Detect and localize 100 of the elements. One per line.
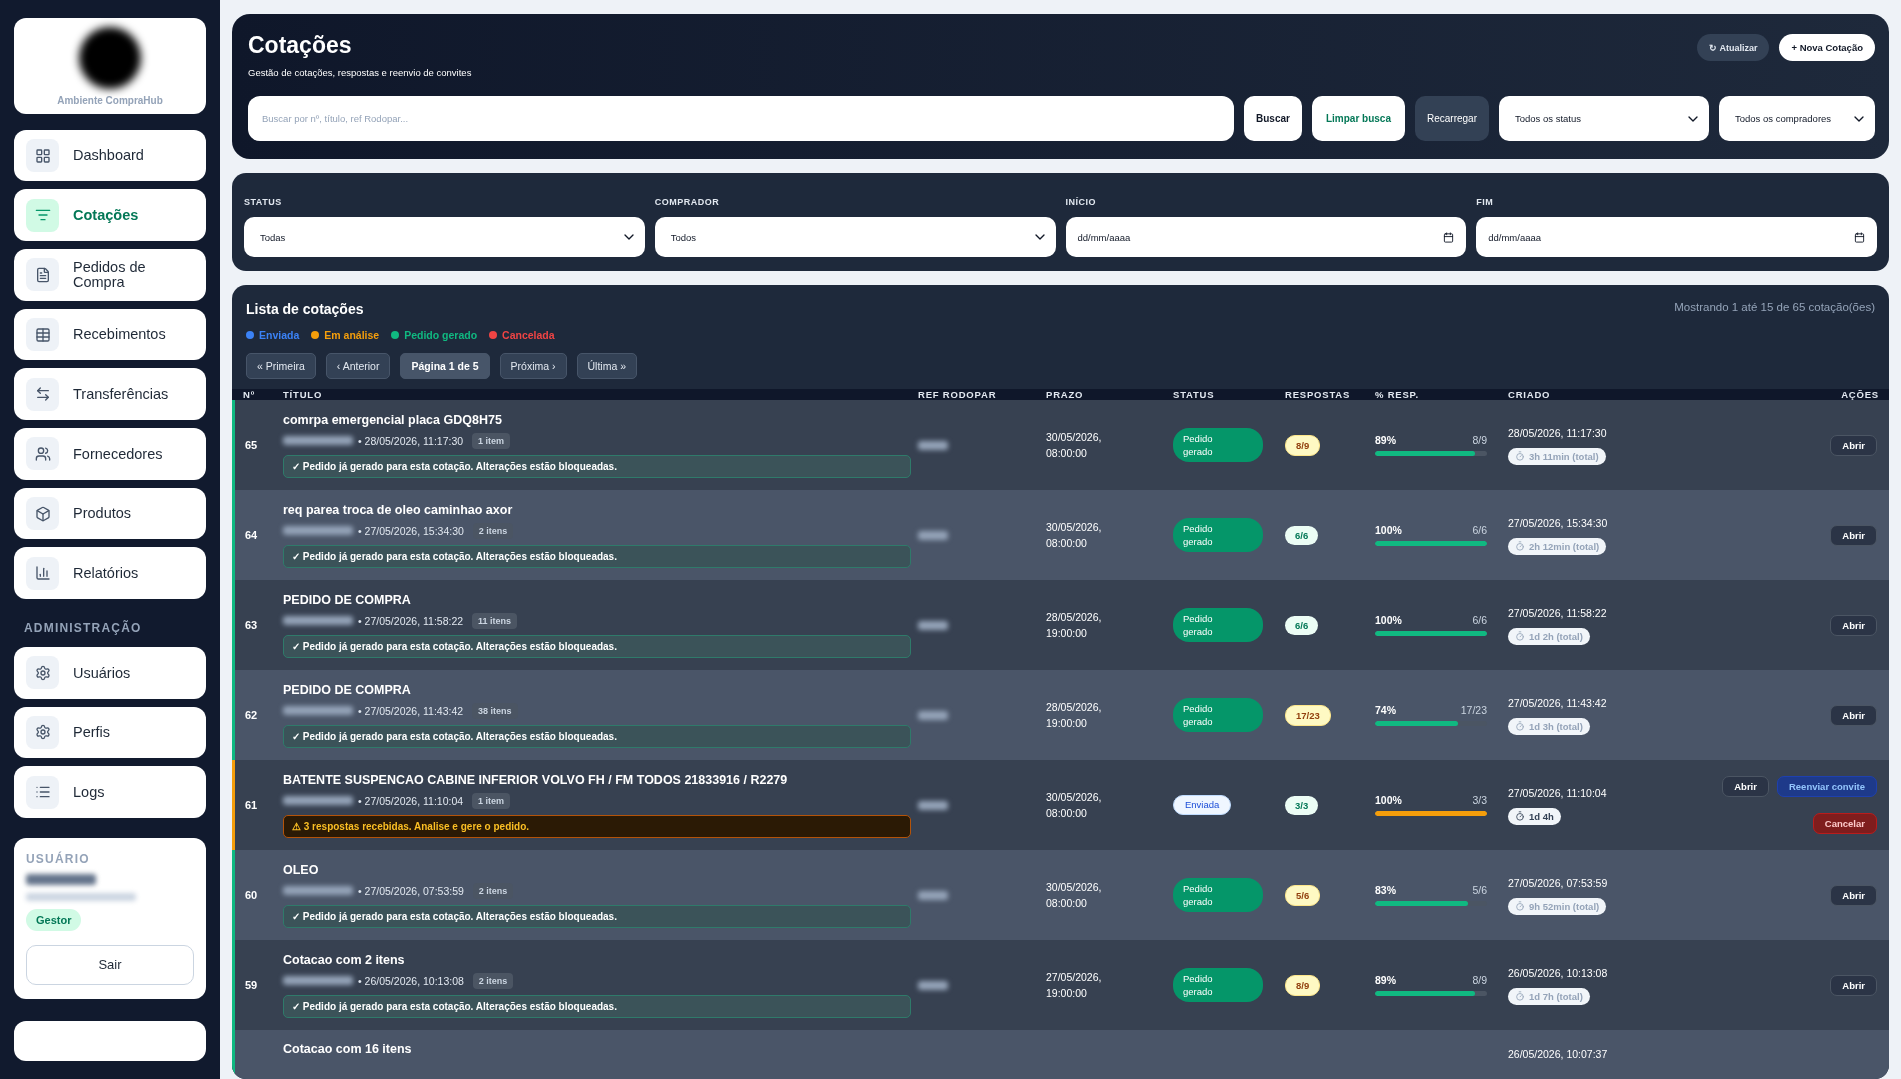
clear-search-button[interactable]: Limpar busca [1311, 96, 1405, 141]
table-row[interactable] [232, 670, 1889, 760]
search-button[interactable]: Buscar [1244, 96, 1302, 141]
table-row[interactable] [232, 940, 1889, 1030]
item-count: 1 item [472, 792, 511, 809]
response-ratio: 6/6 [1472, 524, 1487, 536]
created-date: 27/05/2026, 15:34:30 [1508, 516, 1608, 532]
status-select[interactable]: Todos os status [1499, 96, 1709, 141]
table-row[interactable]: 60 OLEO • 27/05/2026, 07:53:59 2 itens ✓ Pedido já gerado para esta cotação. Alterações estão bloqueadas. 30/05/2026, 08:00:00 Pedido gerado 5/6 83% 5/6 27/05/2026, 07:53:59 9h 52min (total) Abrir [232, 850, 1889, 940]
date-field[interactable]: dd/mm/aaaa [1065, 217, 1467, 257]
blurred-name [283, 976, 353, 985]
sidebar-item[interactable]: Fornecedores [14, 428, 206, 480]
quote-date: • 28/05/2026, 11:17:30 [358, 434, 464, 447]
search-field[interactable]: Buscar por nº, título, ref Rodopar... [248, 96, 1235, 141]
status-badge: Pedido gerado [1173, 427, 1263, 463]
responses-badge: 6/6 [1285, 525, 1319, 545]
pagination-button[interactable]: Última » [576, 353, 638, 379]
open-button[interactable]: Abrir [1830, 974, 1877, 996]
arrows-icon [26, 377, 59, 411]
status-badge: Pedido gerado [1173, 967, 1263, 1003]
blurred-reference [918, 801, 948, 810]
gear-icon [26, 656, 59, 690]
column-header: % RESP. [1375, 389, 1420, 400]
blurred-reference [918, 531, 948, 540]
sidebar-item[interactable]: Logs [14, 766, 206, 818]
sidebar-item[interactable]: Recebimentos [14, 308, 206, 361]
table-row[interactable] [232, 490, 1889, 580]
grid-icon [26, 139, 59, 173]
duration-badge: 1d 2h (total) [1508, 627, 1590, 645]
open-button[interactable]: Abrir [1830, 884, 1877, 906]
response-percent: 100% [1375, 614, 1402, 626]
buyer-select[interactable]: Todos os compradores [1719, 96, 1875, 141]
calendar-icon [1854, 231, 1865, 243]
open-button[interactable]: Abrir [1830, 524, 1877, 546]
response-ratio: 17/23 [1460, 704, 1487, 716]
sidebar-item[interactable]: Usuários [14, 647, 206, 699]
list-icon [26, 198, 59, 232]
quote-date: • 27/05/2026, 15:34:30 [358, 524, 464, 537]
status-notice: ✓ Pedido já gerado para esta cotação. Alterações estão bloqueadas. [283, 634, 911, 658]
open-button[interactable]: Abrir [1830, 434, 1877, 456]
users-icon [26, 437, 59, 471]
cancel-button[interactable]: Cancelar [1812, 813, 1877, 834]
filter-label: COMPRADOR [654, 197, 721, 207]
quote-title: BATENTE SUSPENCAO CABINE INFERIOR VOLVO FH / FM TODOS 21833916 / R2279 [283, 772, 789, 787]
section-title: ADMINISTRAÇÃO [23, 619, 143, 637]
sidebar-item[interactable]: Perfis [14, 706, 206, 759]
sidebar-item[interactable]: Dashboard [14, 129, 206, 182]
chart-icon [26, 556, 59, 590]
sidebar-item[interactable]: Transferências [14, 368, 206, 420]
date-field[interactable]: dd/mm/aaaa [1476, 217, 1877, 257]
sidebar-item[interactable]: Pedidos de Compra [14, 249, 206, 301]
quote-date: • 26/05/2026, 10:13:08 [358, 974, 464, 987]
deadline-cell-text: 27/05/2026, 19:00:00 [1046, 969, 1103, 1001]
column-header: STATUS [1173, 389, 1216, 400]
new-quote-button[interactable]: + Nova Cotação [1779, 34, 1875, 61]
table-row[interactable] [232, 400, 1889, 490]
resend-invite-button[interactable]: Reenviar convite [1776, 776, 1877, 797]
logo-icon [79, 26, 141, 89]
sidebar-item[interactable]: Cotações [14, 189, 206, 242]
filter-select[interactable]: Todos [654, 217, 1056, 257]
list-title: Lista de cotações [246, 301, 365, 317]
duration-badge: 1d 7h (total) [1508, 987, 1590, 1005]
logout-button[interactable]: Sair [26, 944, 194, 985]
duration-badge: 9h 52min (total) [1508, 897, 1607, 915]
table-row[interactable] [232, 580, 1889, 670]
gear-icon [26, 715, 59, 749]
created-date: 27/05/2026, 11:10:04 [1508, 786, 1607, 802]
quote-title: comrpa emergencial placa GDQ8H75 [283, 412, 503, 427]
quote-title: PEDIDO DE COMPRA [283, 682, 412, 697]
response-ratio: 5/6 [1472, 884, 1487, 896]
row-number: 64 [244, 529, 259, 541]
legend-label: Cancelada [502, 329, 555, 341]
filter-label: STATUS [244, 197, 283, 207]
blurred-reference [918, 891, 948, 900]
refresh-button[interactable]: ↻ Atualizar [1697, 34, 1770, 61]
response-ratio: 3/3 [1472, 794, 1487, 806]
responses-badge: 8/9 [1285, 974, 1321, 996]
open-button[interactable]: Abrir [1830, 704, 1877, 726]
pagination-button[interactable]: Próxima › [499, 353, 567, 379]
pagination-button[interactable]: Página 1 de 5 [400, 353, 490, 379]
status-notice: ✓ Pedido já gerado para esta cotação. Alterações estão bloqueadas. [283, 904, 911, 928]
response-ratio: 6/6 [1472, 614, 1487, 626]
sidebar-item[interactable]: Relatórios [14, 547, 206, 599]
column-header: REF RODOPAR [918, 389, 998, 400]
responses-badge: 8/9 [1285, 434, 1321, 456]
response-ratio: 8/9 [1472, 434, 1487, 446]
document-icon [26, 258, 59, 292]
reload-button[interactable]: Recarregar [1414, 96, 1489, 141]
sidebar-item[interactable]: Produtos [14, 487, 206, 540]
blurred-reference [918, 621, 948, 630]
item-count: 38 itens [472, 702, 518, 719]
pagination-button[interactable]: « Primeira [246, 353, 316, 379]
open-button[interactable]: Abrir [1830, 614, 1877, 636]
open-button[interactable]: Abrir [1722, 776, 1769, 797]
filter-select[interactable]: Todas [244, 217, 645, 257]
pagination-button[interactable]: ‹ Anterior [325, 353, 391, 379]
table-row[interactable] [232, 760, 1889, 850]
quote-date: • 27/05/2026, 11:10:04 [358, 794, 464, 807]
blurred-name [26, 873, 96, 885]
item-count: 2 itens [472, 882, 514, 899]
